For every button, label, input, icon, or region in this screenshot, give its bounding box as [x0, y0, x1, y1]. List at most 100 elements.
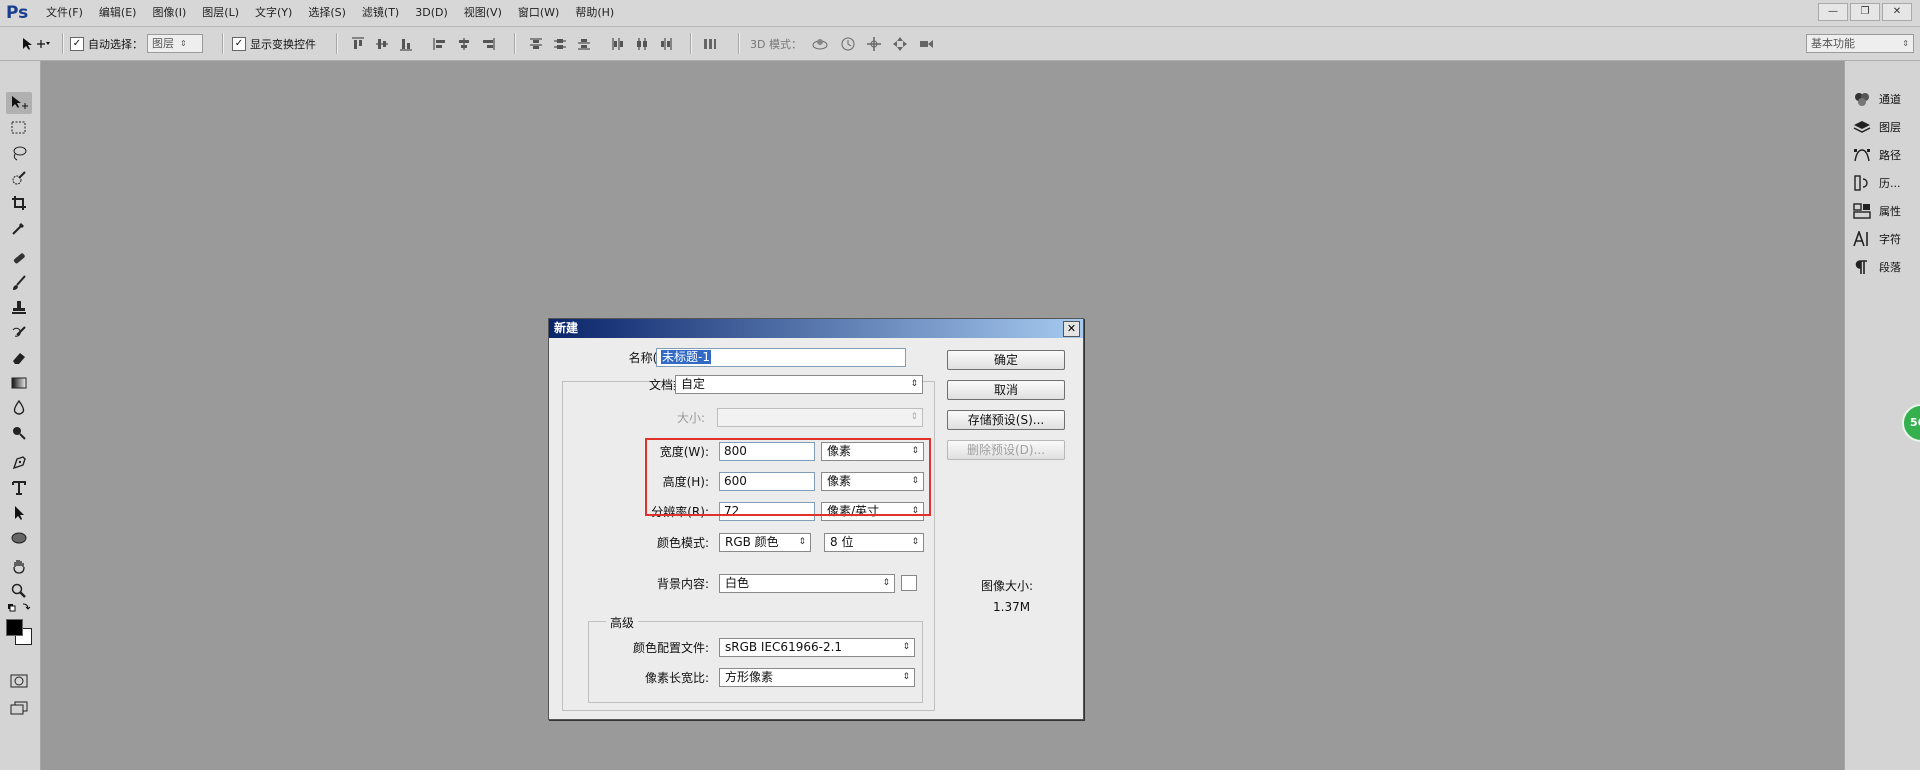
name-field[interactable]: 未标题-1 [656, 348, 906, 367]
brush-tool[interactable] [6, 272, 32, 294]
panel-paragraph[interactable]: 段落 [1853, 255, 1901, 279]
history-brush-tool[interactable] [6, 322, 32, 344]
move-tool-preset[interactable] [20, 27, 50, 60]
menu-view[interactable]: 视图(V) [456, 0, 510, 26]
image-size-label: 图像大小: [981, 579, 1034, 593]
auto-align-icon[interactable] [702, 36, 718, 52]
gradient-tool[interactable] [6, 372, 32, 394]
3d-slide-icon[interactable] [892, 36, 908, 52]
move-tool[interactable] [6, 92, 32, 114]
color-mode-dropdown[interactable]: RGB 颜色 ⇕ [719, 533, 811, 552]
dropdown-arrows-icon: ⇕ [882, 578, 890, 588]
menu-edit[interactable]: 编辑(E) [91, 0, 145, 26]
panel-character[interactable]: 字符 [1853, 227, 1901, 251]
quick-select-tool[interactable] [6, 167, 32, 189]
3d-roll-icon[interactable] [840, 36, 856, 52]
background-color-swatch[interactable] [901, 575, 917, 591]
align-top-icon[interactable] [350, 36, 366, 52]
panel-layers[interactable]: 图层 [1853, 115, 1901, 139]
marquee-tool[interactable] [6, 117, 32, 139]
save-preset-button[interactable]: 存储预设(S)... [947, 410, 1065, 430]
bit-depth-dropdown[interactable]: 8 位 ⇕ [824, 533, 924, 552]
restore-button[interactable]: ❐ [1850, 3, 1880, 21]
path-selection-tool[interactable] [6, 502, 32, 524]
panel-channels-label: 通道 [1879, 93, 1901, 106]
3d-orbit-icon[interactable] [812, 36, 828, 52]
eyedropper-tool[interactable] [6, 217, 32, 239]
lasso-tool[interactable] [6, 142, 32, 164]
close-window-button[interactable]: ✕ [1882, 3, 1912, 21]
menu-type[interactable]: 文字(Y) [247, 0, 300, 26]
water-drop-icon [13, 400, 25, 415]
distribute-left-icon[interactable] [610, 36, 626, 52]
panel-channels[interactable]: 通道 [1853, 87, 1901, 111]
dialog-close-button[interactable]: ✕ [1063, 321, 1080, 337]
align-vcenter-icon[interactable] [374, 36, 390, 52]
show-transform-checkbox[interactable]: ✓ [232, 36, 246, 51]
preset-dropdown[interactable]: 自定 ⇕ [675, 375, 923, 394]
menu-select[interactable]: 选择(S) [300, 0, 354, 26]
align-left-icon[interactable] [432, 36, 448, 52]
shape-tool[interactable] [6, 527, 32, 549]
minimize-button[interactable]: — [1818, 3, 1848, 21]
color-swatches[interactable] [6, 619, 32, 645]
align-bottom-icon[interactable] [398, 36, 414, 52]
workspace-dropdown[interactable]: 基本功能 ⇕ [1806, 34, 1914, 53]
tools-panel [0, 61, 41, 770]
screen-mode-icon [10, 701, 28, 715]
history-brush-icon [12, 326, 26, 337]
zoom-tool[interactable] [6, 580, 32, 602]
panel-properties-label: 属性 [1879, 205, 1901, 218]
swap-colors[interactable] [6, 601, 32, 615]
auto-select-checkbox[interactable]: ✓ [70, 36, 84, 51]
panel-history[interactable]: 历... [1853, 171, 1901, 195]
foreground-color-swatch[interactable] [6, 619, 23, 636]
pixel-aspect-dropdown[interactable]: 方形像素 ⇕ [719, 668, 915, 687]
arrow-pointer-icon [15, 506, 24, 520]
distribute-bottom-icon[interactable] [576, 36, 592, 52]
menu-layer[interactable]: 图层(L) [194, 0, 247, 26]
align-hcenter-icon[interactable] [456, 36, 472, 52]
3d-pan-icon[interactable] [866, 36, 882, 52]
type-tool[interactable] [6, 477, 32, 499]
preset-value: 自定 [681, 377, 706, 391]
pen-tool[interactable] [6, 452, 32, 474]
background-dropdown[interactable]: 白色 ⇕ [719, 574, 895, 593]
eraser-tool[interactable] [6, 347, 32, 369]
menu-file[interactable]: 文件(F) [38, 0, 91, 26]
crop-tool[interactable] [6, 192, 32, 214]
color-profile-label: 颜色配置文件: [632, 641, 709, 655]
screen-mode-tool[interactable] [6, 697, 32, 719]
distribute-right-icon[interactable] [658, 36, 674, 52]
highlight-box [645, 438, 931, 516]
dropdown-arrows-icon: ⇕ [180, 39, 187, 48]
dodge-tool[interactable] [6, 422, 32, 444]
distribute-hcenter-icon[interactable] [634, 36, 650, 52]
name-value: 未标题-1 [661, 350, 711, 364]
hand-tool[interactable] [6, 555, 32, 577]
menu-3d[interactable]: 3D(D) [407, 0, 456, 26]
layers-icon [1853, 121, 1871, 133]
panel-properties[interactable]: 属性 [1853, 199, 1901, 223]
menu-image[interactable]: 图像(I) [144, 0, 194, 26]
panel-paths[interactable]: 路径 [1853, 143, 1901, 167]
distribute-vcenter-icon[interactable] [552, 36, 568, 52]
eyedropper-icon [12, 223, 24, 235]
ok-button[interactable]: 确定 [947, 350, 1065, 370]
paths-icon [1854, 149, 1870, 162]
align-right-icon[interactable] [480, 36, 496, 52]
healing-brush-tool[interactable] [6, 247, 32, 269]
menu-window[interactable]: 窗口(W) [510, 0, 567, 26]
clone-stamp-tool[interactable] [6, 297, 32, 319]
menu-help[interactable]: 帮助(H) [567, 0, 622, 26]
dropdown-arrows-icon: ⇕ [910, 379, 918, 389]
menu-filter[interactable]: 滤镜(T) [354, 0, 407, 26]
color-profile-dropdown[interactable]: sRGB IEC61966-2.1 ⇕ [719, 638, 915, 657]
distribute-top-icon[interactable] [528, 36, 544, 52]
quick-mask-tool[interactable] [6, 670, 32, 692]
auto-select-dropdown[interactable]: 图层 ⇕ [147, 34, 203, 53]
cancel-button[interactable]: 取消 [947, 380, 1065, 400]
blur-tool[interactable] [6, 397, 32, 419]
move-tool-icon [23, 37, 50, 50]
3d-scale-icon[interactable] [918, 36, 934, 52]
